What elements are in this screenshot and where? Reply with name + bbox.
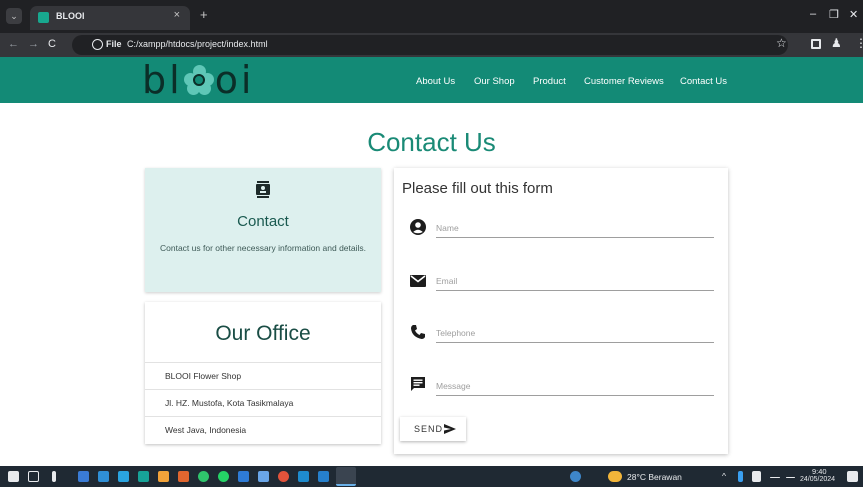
name-field[interactable] xyxy=(436,218,714,238)
bookmark-star-icon[interactable]: ☆ xyxy=(776,36,787,50)
profile-icon[interactable]: ♟ xyxy=(831,36,842,50)
clock-time[interactable]: 9:40 xyxy=(812,467,827,476)
task-view-icon[interactable] xyxy=(28,471,39,482)
site-header: bl oi About Us Our Shop Product Customer … xyxy=(0,57,863,103)
tray-app-icon[interactable] xyxy=(738,471,743,482)
tab-title: BLOOI xyxy=(56,11,85,21)
taskbar-app-icon[interactable] xyxy=(298,471,309,482)
office-row-street: Jl. HZ. Mustofa, Kota Tasikmalaya xyxy=(145,389,381,416)
wifi-icon[interactable] xyxy=(770,477,780,478)
send-button[interactable]: SEND xyxy=(400,417,466,441)
address-bar[interactable]: File C:/xampp/htdocs/project/index.html xyxy=(72,35,788,55)
nav-contact-us[interactable]: Contact Us xyxy=(680,76,727,87)
window-restore-button[interactable]: ❐ xyxy=(829,8,839,21)
taskbar-app-icon[interactable] xyxy=(218,471,229,482)
browser-tab[interactable]: BLOOI × xyxy=(30,6,190,30)
nav-our-shop[interactable]: Our Shop xyxy=(474,76,515,87)
new-tab-button[interactable]: + xyxy=(200,8,208,22)
taskbar-app-icon[interactable] xyxy=(118,471,129,482)
url-text[interactable]: C:/xampp/htdocs/project/index.html xyxy=(127,39,268,49)
taskbar-app-icon[interactable] xyxy=(98,471,109,482)
window-minimize-button[interactable]: – xyxy=(810,8,816,20)
mail-icon xyxy=(410,275,426,287)
taskbar-app-icon[interactable] xyxy=(78,471,89,482)
contact-heading: Contact xyxy=(237,213,289,230)
message-field[interactable] xyxy=(436,376,714,396)
taskbar-app-icon[interactable] xyxy=(258,471,269,482)
windows-start-icon[interactable] xyxy=(8,471,19,482)
favicon-icon xyxy=(38,12,49,23)
volume-icon[interactable] xyxy=(786,477,795,478)
taskbar-app-icon[interactable] xyxy=(178,471,189,482)
email-field[interactable] xyxy=(436,271,714,291)
contact-card-icon xyxy=(256,181,270,198)
message-icon xyxy=(411,377,425,391)
office-heading: Our Office xyxy=(215,322,311,345)
tab-close-icon[interactable]: × xyxy=(174,9,180,21)
help-icon[interactable] xyxy=(570,471,581,482)
nav-customer-reviews[interactable]: Customer Reviews xyxy=(584,76,664,87)
notification-icon[interactable] xyxy=(847,471,858,482)
office-row-shop-name: BLOOI Flower Shop xyxy=(145,362,381,389)
nav-product[interactable]: Product xyxy=(533,76,566,87)
send-arrow-icon xyxy=(444,424,456,434)
taskbar-app-icon[interactable] xyxy=(138,471,149,482)
url-scheme-chip: File xyxy=(106,39,122,49)
clock-date[interactable]: 24/05/2024 xyxy=(800,476,835,483)
taskbar-app-icon[interactable] xyxy=(198,471,209,482)
tray-chevron-icon[interactable]: ^ xyxy=(722,471,726,481)
window-close-button[interactable]: ✕ xyxy=(849,8,858,21)
page-title: Contact Us xyxy=(367,127,496,157)
taskbar-app-icon[interactable] xyxy=(52,471,56,482)
taskbar-app-icon[interactable] xyxy=(158,471,169,482)
office-row-region: West Java, Indonesia xyxy=(145,416,381,443)
tray-app-icon[interactable] xyxy=(752,471,761,482)
taskbar-app-icon[interactable] xyxy=(238,471,249,482)
taskbar-chrome-icon[interactable] xyxy=(336,467,356,486)
contact-description: Contact us for other necessary informati… xyxy=(160,243,366,253)
tab-search-icon[interactable]: ⌄ xyxy=(6,8,22,24)
contact-card: Contact Contact us for other necessary i… xyxy=(145,168,381,292)
browser-toolbar: ← → C File C:/xampp/htdocs/project/index… xyxy=(0,33,863,57)
telephone-field[interactable] xyxy=(436,323,714,343)
logo-text-left: bl xyxy=(142,58,183,102)
weather-icon xyxy=(608,471,622,482)
browser-menu-icon[interactable]: ⋮ xyxy=(855,36,863,50)
browser-tab-bar: ⌄ BLOOI × + – ❐ ✕ xyxy=(0,0,863,33)
flower-icon xyxy=(183,65,214,95)
site-logo[interactable]: bl oi xyxy=(142,59,255,101)
logo-text-right: oi xyxy=(214,58,255,102)
site-info-icon[interactable] xyxy=(92,39,103,50)
side-panel-icon[interactable] xyxy=(811,39,821,49)
send-label: SEND xyxy=(414,424,444,434)
weather-text[interactable]: 28°C Berawan xyxy=(627,472,682,482)
reload-button[interactable]: C xyxy=(48,38,56,50)
phone-icon xyxy=(411,325,425,339)
nav-about-us[interactable]: About Us xyxy=(416,76,455,87)
taskbar-app-icon[interactable] xyxy=(318,471,329,482)
user-circle-icon xyxy=(410,219,426,235)
forward-button[interactable]: → xyxy=(28,38,39,50)
form-title: Please fill out this form xyxy=(402,180,553,197)
taskbar-app-icon[interactable] xyxy=(278,471,289,482)
office-card: Our Office BLOOI Flower Shop Jl. HZ. Mus… xyxy=(145,302,381,444)
os-taskbar: 28°C Berawan ^ 9:40 24/05/2024 xyxy=(0,466,863,487)
contact-form: Please fill out this form SEND xyxy=(394,168,728,454)
back-button[interactable]: ← xyxy=(8,38,19,50)
